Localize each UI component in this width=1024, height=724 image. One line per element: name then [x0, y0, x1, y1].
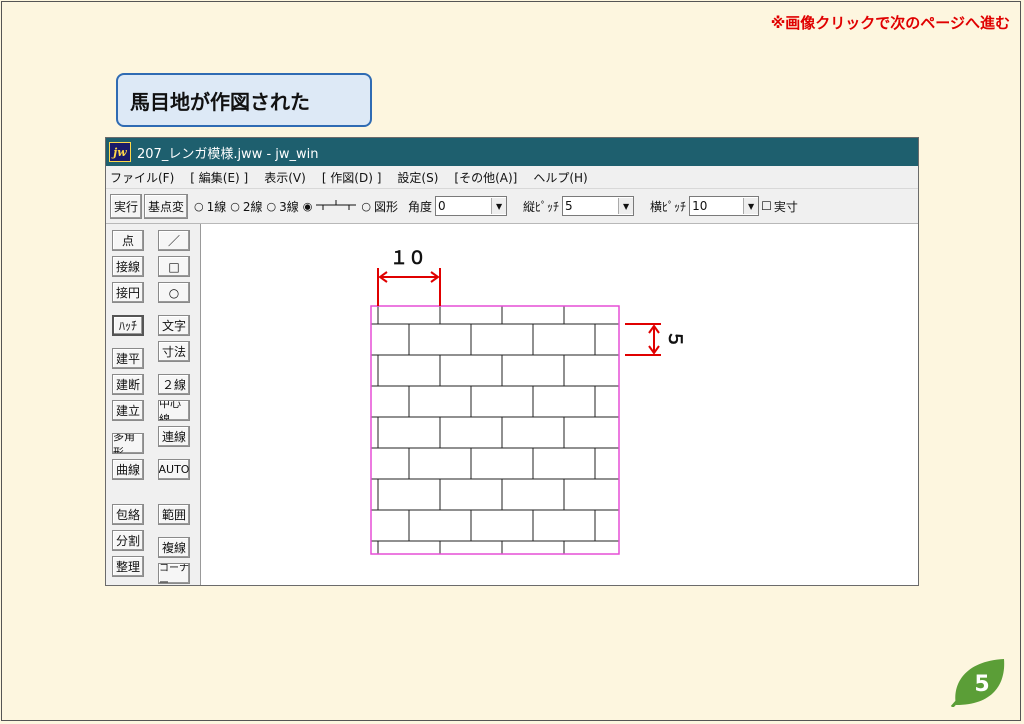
height-dimension	[625, 323, 661, 356]
work-area: 点 接線 接円 ﾊｯﾁ 建平 建断 建立 多角形 曲線 包絡 分割 整理 ／ □…	[106, 224, 918, 585]
tool-tangent-line[interactable]: 接線	[112, 256, 144, 277]
radio-unchecked-icon[interactable]: ○	[230, 200, 240, 213]
tool-auto[interactable]: AUTO	[158, 459, 190, 480]
basepoint-button[interactable]: 基点変	[144, 193, 189, 219]
angle-combo[interactable]: 0 ▼	[435, 196, 508, 216]
radio-3line-label[interactable]: 3線	[279, 198, 299, 215]
tool-connect-line[interactable]: 連線	[158, 426, 190, 447]
tool-hatch[interactable]: ﾊｯﾁ	[112, 315, 144, 336]
radio-unchecked-icon[interactable]: ○	[267, 200, 277, 213]
hpitch-label: 横ﾋﾟｯﾁ	[650, 199, 687, 214]
tool-rectangle[interactable]: □	[158, 256, 190, 277]
tool-text[interactable]: 文字	[158, 315, 190, 336]
jw-win-window: jw 207_レンガ模様.jww - jw_win ファイル(F) [ 編集(E…	[105, 137, 919, 586]
hatch-frame	[370, 305, 620, 555]
radio-2line-label[interactable]: 2線	[243, 198, 263, 215]
dropdown-arrow-icon[interactable]: ▼	[491, 198, 507, 214]
page-number: 5	[974, 672, 989, 697]
angle-value[interactable]: 0	[436, 199, 491, 213]
tool-double-line[interactable]: ２線	[158, 374, 190, 395]
menu-other[interactable]: [その他(A)]	[454, 169, 517, 186]
exec-button[interactable]: 実行	[110, 193, 143, 219]
width-dimension	[377, 268, 441, 306]
brick-drawing: １０ ５	[370, 248, 685, 555]
hpitch-value[interactable]: 10	[690, 199, 743, 213]
dropdown-arrow-icon[interactable]: ▼	[618, 198, 634, 214]
brick-pattern-icon[interactable]	[315, 199, 357, 214]
radio-1line-label[interactable]: 1線	[207, 198, 227, 215]
tool-divide[interactable]: 分割	[112, 530, 144, 551]
menu-view[interactable]: 表示(V)	[264, 169, 306, 186]
checkbox-icon[interactable]: ☐	[761, 199, 772, 213]
window-titlebar: jw 207_レンガ模様.jww - jw_win	[106, 138, 918, 166]
drawing-canvas[interactable]: １０ ５	[201, 224, 918, 585]
window-title: 207_レンガ模様.jww - jw_win	[137, 146, 319, 162]
angle-label: 角度	[408, 199, 433, 214]
tool-arrange[interactable]: 整理	[112, 556, 144, 577]
menu-draw[interactable]: [ 作図(D) ]	[322, 169, 382, 186]
tool-circle[interactable]: ○	[158, 282, 190, 303]
menu-file[interactable]: ファイル(F)	[110, 169, 174, 186]
tool-arch-plan[interactable]: 建平	[112, 348, 144, 369]
width-dimension-label: １０	[390, 248, 426, 269]
jw-logo-icon: jw	[109, 142, 131, 162]
hatch-toolbar: 実行 基点変 ○ 1線 ○ 2線 ○ 3線 ◉ ○ 図形 角度 0 ▼ 縦ﾋﾟｯ…	[106, 188, 918, 224]
tool-arch-section[interactable]: 建断	[112, 374, 144, 395]
vpitch-label: 縦ﾋﾟｯﾁ	[523, 199, 560, 214]
hpitch-combo[interactable]: 10 ▼	[689, 196, 760, 216]
menu-bar: ファイル(F) [ 編集(E) ] 表示(V) [ 作図(D) ] 設定(S) …	[106, 166, 918, 188]
dropdown-arrow-icon[interactable]: ▼	[743, 198, 759, 214]
height-dimension-label: ５	[664, 330, 685, 348]
tool-range[interactable]: 範囲	[158, 504, 190, 525]
tool-dimension[interactable]: 寸法	[158, 341, 190, 362]
vpitch-combo[interactable]: 5 ▼	[562, 196, 635, 216]
tool-line[interactable]: ／	[158, 230, 190, 251]
tool-envelope[interactable]: 包絡	[112, 504, 144, 525]
radio-unchecked-icon[interactable]: ○	[194, 200, 204, 213]
caption-callout: 馬目地が作図された	[116, 73, 372, 127]
tool-curve[interactable]: 曲線	[112, 459, 144, 480]
tool-tangent-circle[interactable]: 接円	[112, 282, 144, 303]
brick-pattern	[371, 306, 619, 554]
page-number-leaf-icon: 5	[950, 659, 1005, 707]
tool-offset-line[interactable]: 複線	[158, 537, 190, 558]
tool-arch-elevation[interactable]: 建立	[112, 400, 144, 421]
menu-settings[interactable]: 設定(S)	[397, 169, 438, 186]
tool-center-line[interactable]: 中心線	[158, 400, 190, 421]
radio-shape-label[interactable]: 図形	[374, 198, 398, 215]
tool-corner[interactable]: コーナー	[158, 563, 190, 584]
caption-text: 馬目地が作図された	[130, 89, 310, 114]
next-page-note[interactable]: ※画像クリックで次のページへ進む	[771, 12, 1010, 33]
menu-help[interactable]: ヘルプ(H)	[533, 169, 587, 186]
tool-polygon[interactable]: 多角形	[112, 433, 144, 454]
left-tool-palette: 点 接線 接円 ﾊｯﾁ 建平 建断 建立 多角形 曲線 包絡 分割 整理 ／ □…	[106, 224, 201, 585]
actual-size-checkbox-label[interactable]: 実寸	[774, 198, 798, 215]
radio-unchecked-icon[interactable]: ○	[361, 200, 371, 213]
radio-checked-icon[interactable]: ◉	[303, 200, 313, 213]
menu-edit[interactable]: [ 編集(E) ]	[190, 169, 248, 186]
tool-point[interactable]: 点	[112, 230, 144, 251]
vpitch-value[interactable]: 5	[563, 199, 618, 213]
